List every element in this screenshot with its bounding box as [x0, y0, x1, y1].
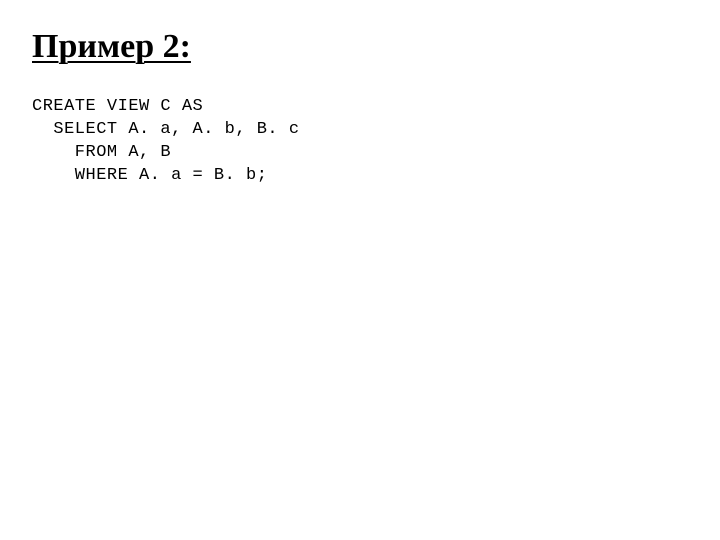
page-title: Пример 2:	[32, 28, 688, 66]
code-line: FROM A, B	[32, 143, 171, 162]
code-line: SELECT A. a, A. b, B. c	[32, 120, 300, 139]
code-line: WHERE A. a = B. b;	[32, 166, 267, 185]
code-line: CREATE VIEW C AS	[32, 97, 203, 116]
sql-code-block: CREATE VIEW C AS SELECT A. a, A. b, B. c…	[32, 96, 688, 188]
